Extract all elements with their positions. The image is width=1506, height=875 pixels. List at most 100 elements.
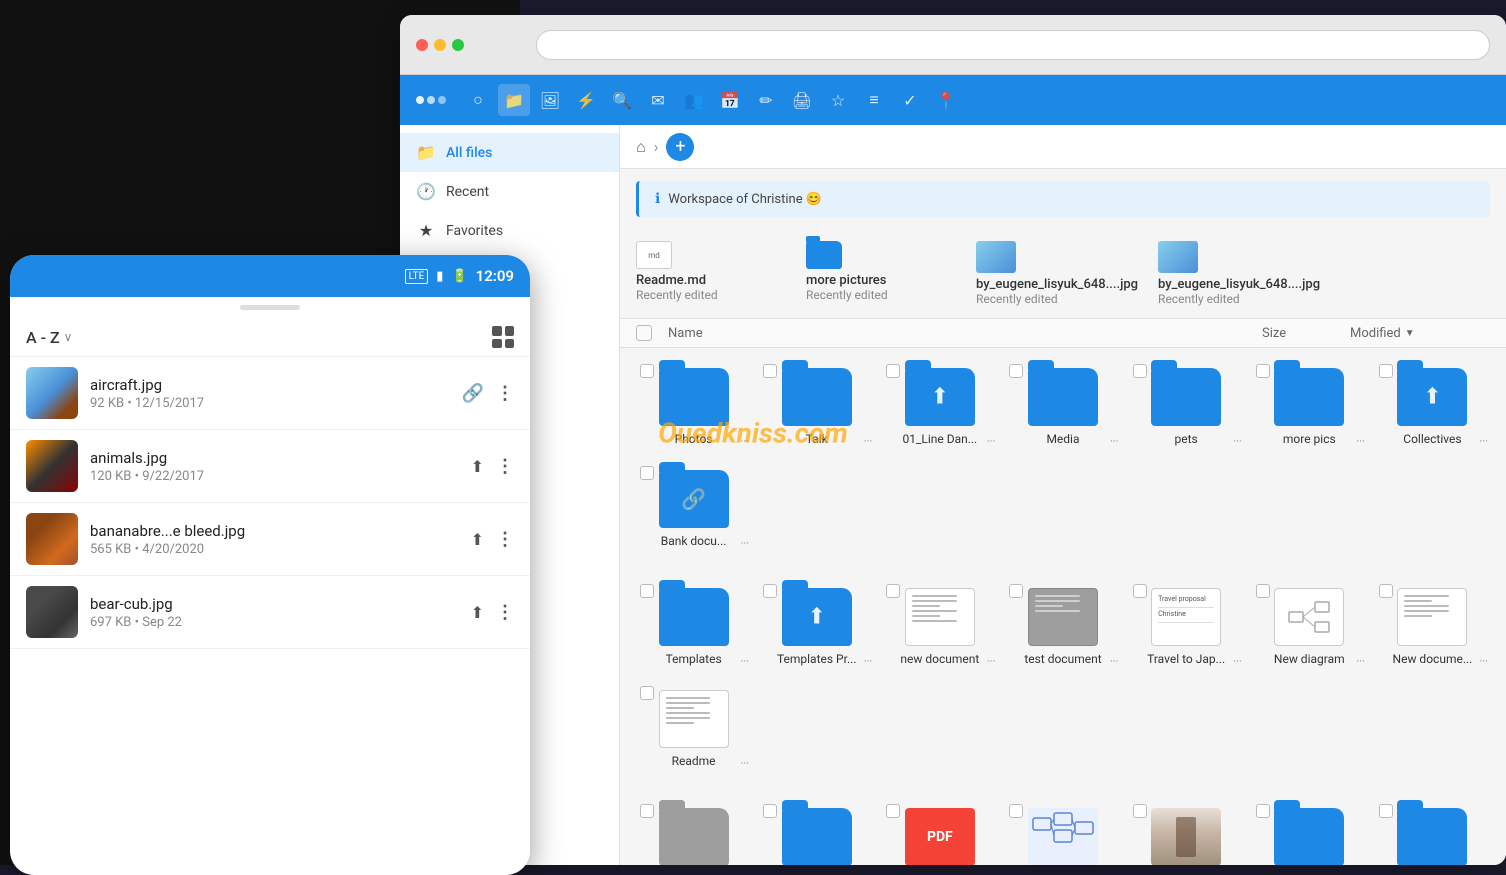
sidebar-item-favorites[interactable]: ★ Favorites	[400, 211, 619, 250]
grid-item-user[interactable]: user ···	[636, 800, 751, 865]
nav-icon-calendar[interactable]: 📅	[714, 84, 746, 116]
more-options-icon[interactable]: ⋮	[496, 456, 514, 477]
item-checkbox[interactable]	[640, 584, 654, 598]
select-all-checkbox[interactable]	[636, 325, 652, 341]
grid-item-nextclouds[interactable]: PDF Nextcloud_S... ···	[882, 800, 997, 865]
nav-icon-activity[interactable]: ⚡	[570, 84, 602, 116]
grid-item-newdoc[interactable]: new document ···	[882, 580, 997, 674]
list-item[interactable]: bear-cub.jpg 697 KB • Sep 22 ⬆ ⋮	[10, 576, 530, 649]
column-size[interactable]: Size	[1262, 326, 1342, 341]
recent-item[interactable]: by_eugene_lisyuk_648....jpg Recently edi…	[1158, 241, 1320, 306]
grid-item-newdocume[interactable]: New docume... ···	[1375, 580, 1490, 674]
share-icon[interactable]: ⬆	[471, 530, 484, 549]
more-options-icon[interactable]: ···	[1110, 655, 1119, 668]
nav-icon-contacts[interactable]: 👥	[678, 84, 710, 116]
grid-item-talk[interactable]: Talk ···	[759, 360, 874, 454]
more-options-icon[interactable]: ···	[741, 757, 750, 770]
item-checkbox[interactable]	[1133, 364, 1147, 378]
grid-item-bankdoc[interactable]: 🔗 Bank docu... ···	[636, 462, 751, 556]
item-checkbox[interactable]	[886, 364, 900, 378]
more-options-icon[interactable]: ···	[1479, 655, 1488, 668]
nav-icon-star[interactable]: ☆	[822, 84, 854, 116]
recent-item[interactable]: more pictures Recently edited	[806, 241, 956, 306]
more-options-icon[interactable]: ···	[1356, 435, 1365, 448]
item-checkbox[interactable]	[1256, 804, 1270, 818]
more-options-icon[interactable]: ···	[1233, 435, 1242, 448]
item-checkbox[interactable]	[640, 364, 654, 378]
share-icon[interactable]: ⬆	[471, 603, 484, 622]
list-item[interactable]: animals.jpg 120 KB • 9/22/2017 ⬆ ⋮	[10, 430, 530, 503]
nav-icon-search[interactable]: 🔍	[606, 84, 638, 116]
grid-item-myhairtoday[interactable]: my hair today ···	[1129, 800, 1244, 865]
item-checkbox[interactable]	[1009, 584, 1023, 598]
list-item[interactable]: bananabre...e bleed.jpg 565 KB • 4/20/20…	[10, 503, 530, 576]
grid-item-linedan[interactable]: ⬆ 01_Line Dan... ···	[882, 360, 997, 454]
sidebar-item-recent[interactable]: 🕐 Recent	[400, 172, 619, 211]
grid-item-templates[interactable]: Templates ···	[636, 580, 751, 674]
grid-view-toggle[interactable]	[492, 326, 514, 348]
list-item[interactable]: aircraft.jpg 92 KB • 12/15/2017 🔗 ⋮	[10, 357, 530, 430]
item-checkbox[interactable]	[1009, 364, 1023, 378]
item-checkbox[interactable]	[1256, 364, 1270, 378]
nav-icon-location[interactable]: 📍	[930, 84, 962, 116]
item-checkbox[interactable]	[763, 364, 777, 378]
more-options-icon[interactable]: ···	[741, 537, 750, 550]
more-options-icon[interactable]: ···	[1479, 435, 1488, 448]
recent-item[interactable]: md Readme.md Recently edited	[636, 241, 786, 306]
nav-icon-check[interactable]: ✓	[894, 84, 926, 116]
more-options-icon[interactable]: ···	[741, 435, 750, 448]
more-options-icon[interactable]: ⋮	[496, 383, 514, 404]
more-options-icon[interactable]: ···	[1356, 655, 1365, 668]
more-options-icon[interactable]: ···	[1233, 655, 1242, 668]
grid-item-templatespr[interactable]: ⬆ Templates Pr... ···	[759, 580, 874, 674]
grid-item-calendarbackup[interactable]: .Calendar-Backup• ···	[1375, 800, 1490, 865]
sort-label[interactable]: A - Z ∨	[26, 328, 72, 347]
more-options-icon[interactable]: ···	[741, 655, 750, 668]
sidebar-item-allfiles[interactable]: 📁 All files	[400, 133, 619, 172]
nav-icon-notes[interactable]: ✏	[750, 84, 782, 116]
grid-item-photos[interactable]: Photos ···	[636, 360, 751, 454]
item-checkbox[interactable]	[1133, 584, 1147, 598]
item-checkbox[interactable]	[763, 804, 777, 818]
minimize-button[interactable]	[434, 39, 446, 51]
home-icon[interactable]: ⌂	[636, 137, 646, 157]
grid-item-newdiagram[interactable]: New diagram ···	[1252, 580, 1367, 674]
more-options-icon[interactable]: ···	[987, 435, 996, 448]
recent-item[interactable]: by_eugene_lisyuk_648....jpg Recently edi…	[976, 241, 1138, 306]
item-checkbox[interactable]	[886, 804, 900, 818]
add-button[interactable]: +	[666, 133, 694, 161]
grid-item-testdoc[interactable]: test document ···	[1005, 580, 1120, 674]
grid-item-collectives[interactable]: ⬆ Collectives ···	[1375, 360, 1490, 454]
column-name[interactable]: Name	[668, 326, 1254, 341]
more-options-icon[interactable]: ⋮	[496, 602, 514, 623]
nav-icon-mail[interactable]: ✉	[642, 84, 674, 116]
item-checkbox[interactable]	[1379, 584, 1393, 598]
grid-item-media[interactable]: Media ···	[1005, 360, 1120, 454]
item-checkbox[interactable]	[640, 466, 654, 480]
more-options-icon[interactable]: ···	[1110, 435, 1119, 448]
more-options-icon[interactable]: ⋮	[496, 529, 514, 550]
close-button[interactable]	[416, 39, 428, 51]
column-modified[interactable]: Modified ▼	[1350, 326, 1490, 341]
item-checkbox[interactable]	[1009, 804, 1023, 818]
maximize-button[interactable]	[452, 39, 464, 51]
nav-icon-files[interactable]: 📁	[498, 84, 530, 116]
grid-item-morepics[interactable]: more pics ···	[1252, 360, 1367, 454]
item-checkbox[interactable]	[763, 584, 777, 598]
nav-icon-photos[interactable]: 🖼	[534, 84, 566, 116]
link-icon[interactable]: 🔗	[462, 383, 484, 404]
more-options-icon[interactable]: ···	[864, 435, 873, 448]
more-options-icon[interactable]: ···	[864, 655, 873, 668]
item-checkbox[interactable]	[886, 584, 900, 598]
more-options-icon[interactable]: ···	[987, 655, 996, 668]
item-checkbox[interactable]	[640, 804, 654, 818]
nav-icon-print[interactable]: 🖨	[786, 84, 818, 116]
share-icon[interactable]: ⬆	[471, 457, 484, 476]
address-bar[interactable]	[536, 30, 1490, 60]
item-checkbox[interactable]	[640, 686, 654, 700]
nav-icon-list[interactable]: ≡	[858, 84, 890, 116]
nav-icon-circle[interactable]: ○	[462, 84, 494, 116]
item-checkbox[interactable]	[1133, 804, 1147, 818]
item-checkbox[interactable]	[1379, 804, 1393, 818]
grid-item-pets[interactable]: pets ···	[1129, 360, 1244, 454]
